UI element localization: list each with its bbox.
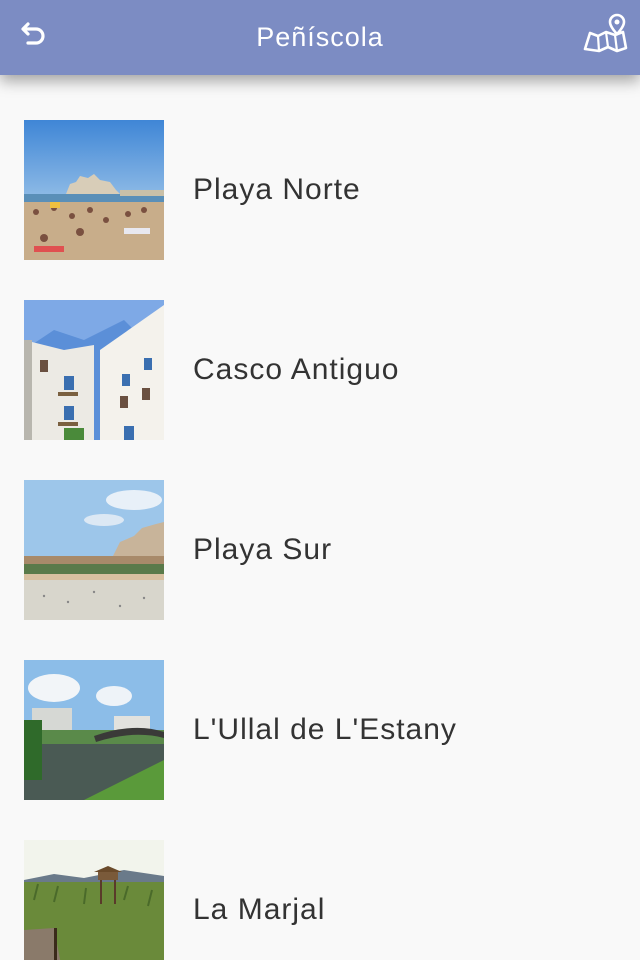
place-name: Playa Sur: [193, 533, 333, 566]
places-list: Playa Norte Casco Antiguo Playa Sur L'Ul…: [0, 75, 640, 960]
list-item-playa-norte[interactable]: Playa Norte: [0, 75, 640, 260]
place-thumbnail: [24, 840, 164, 960]
list-item-la-marjal[interactable]: La Marjal: [0, 795, 640, 960]
place-name: L'Ullal de L'Estany: [193, 713, 457, 746]
place-name: La Marjal: [193, 893, 326, 926]
app-bar: Peñíscola: [0, 0, 640, 75]
page-title: Peñíscola: [256, 22, 384, 52]
place-thumbnail: [24, 120, 164, 260]
place-thumbnail: [24, 480, 164, 620]
place-thumbnail: [24, 660, 164, 800]
place-name: Playa Norte: [193, 173, 361, 206]
list-item-ullal-estany[interactable]: L'Ullal de L'Estany: [0, 615, 640, 800]
list-item-casco-antiguo[interactable]: Casco Antiguo: [0, 255, 640, 440]
place-thumbnail: [24, 300, 164, 440]
place-name: Casco Antiguo: [193, 353, 400, 386]
list-item-playa-sur[interactable]: Playa Sur: [0, 435, 640, 620]
map-pin-icon: [582, 13, 628, 58]
map-button[interactable]: [580, 12, 630, 58]
